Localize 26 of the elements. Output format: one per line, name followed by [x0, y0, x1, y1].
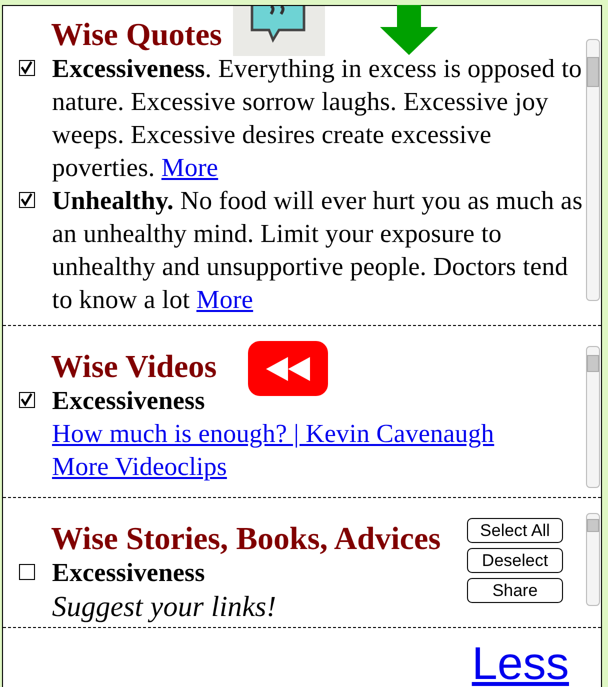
checkbox[interactable]: [19, 564, 35, 580]
down-arrow-icon: [380, 5, 438, 55]
section-title: Wise Stories, Books, Advices: [51, 520, 441, 556]
quote-text: Excessiveness. Everything in excess is opposed to nature. Excessive sorrow laughs. Excessive joy weeps. Excessive desires create excessive poverties. More: [52, 53, 583, 184]
action-button[interactable]: Share: [467, 578, 563, 603]
video-link[interactable]: How much is enough? | Kevin Cavenaugh: [52, 417, 494, 450]
scrollbar[interactable]: [586, 39, 600, 301]
item-heading: Excessiveness: [52, 557, 205, 589]
checked-checkbox[interactable]: [19, 192, 35, 208]
action-button[interactable]: Deselect: [467, 548, 563, 573]
section-title: Wise Videos: [51, 348, 217, 384]
more-link[interactable]: More: [196, 285, 254, 314]
item-heading: Excessiveness: [52, 385, 205, 417]
section-title: Wise Quotes: [51, 16, 222, 52]
suggest-text: Suggest your links!: [52, 590, 276, 625]
quote-text: Unhealthy. No food will ever hurt you as much as an unhealthy mind. Limit your exposure to unhealthy and unsupportive people. Doctors tend to know a lot More: [52, 185, 584, 316]
checked-checkbox[interactable]: [19, 60, 35, 76]
checked-checkbox[interactable]: [19, 392, 35, 408]
quote-bubble-icon[interactable]: [233, 6, 325, 56]
less-link[interactable]: Less: [472, 638, 569, 687]
scrollbar[interactable]: [586, 346, 600, 488]
video-link[interactable]: More Videoclips: [52, 450, 227, 483]
rewind-icon[interactable]: [248, 341, 328, 396]
more-link[interactable]: More: [161, 153, 218, 182]
action-button[interactable]: Select All: [467, 518, 563, 543]
scrollbar[interactable]: [586, 513, 600, 606]
